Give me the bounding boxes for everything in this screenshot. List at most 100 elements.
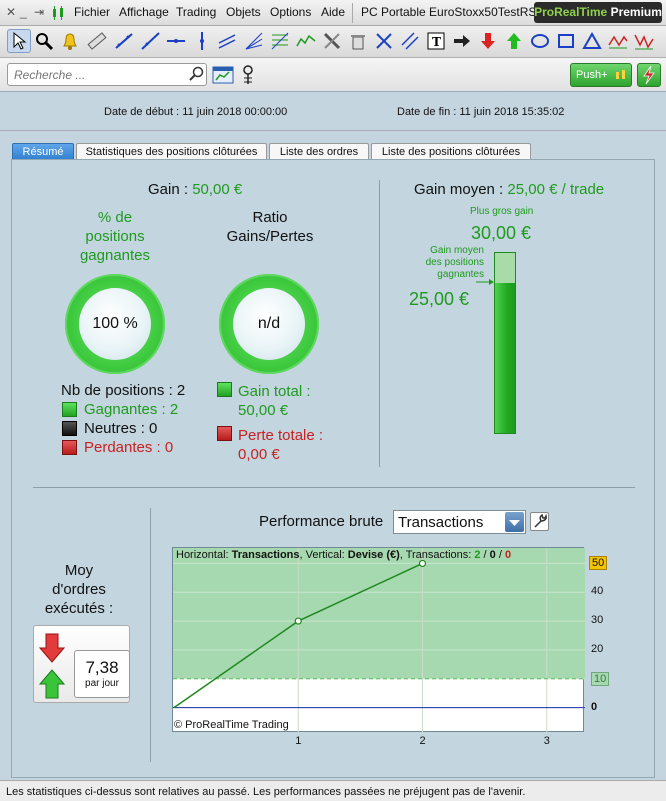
trash-icon[interactable] [346, 29, 370, 53]
pin-window-icon[interactable]: ⇥ [34, 5, 44, 19]
start-date: Date de début : 11 juin 2018 00:00:00 [104, 106, 288, 118]
push-button[interactable]: Push+ [570, 63, 632, 87]
performance-select[interactable]: Transactions [393, 510, 526, 534]
avg-win-line2: des positions [425, 257, 484, 268]
chart-info-h: Horizontal: [176, 549, 232, 561]
avg-win-pointer-icon [476, 279, 494, 285]
triangle-icon[interactable] [580, 29, 604, 53]
avg-orders-line2: d'ordres [52, 581, 106, 598]
trend-line-icon[interactable] [112, 29, 136, 53]
flash-button[interactable] [637, 63, 661, 87]
tab-resume[interactable]: Résumé [12, 143, 74, 160]
gain-total-value: 50,00 € [238, 402, 289, 419]
y-tick-label: 10 [591, 671, 610, 686]
winning-count: Gagnantes : 2 [84, 401, 179, 418]
arrow-down-red-icon[interactable] [476, 29, 500, 53]
window-title: PC Portable EuroStoxx50TestRSI [361, 5, 540, 19]
gain-total: Gain total : 50,00 € [238, 382, 311, 420]
alarm-bell-icon[interactable] [58, 29, 82, 53]
biggest-gain-label: Plus gros gain [470, 206, 534, 217]
buy-arrow-icon [39, 669, 65, 699]
fibonacci-icon[interactable] [268, 29, 292, 53]
gain-total-label: Gain total : [238, 383, 311, 400]
y-tick-label: 40 [591, 585, 604, 598]
avg-gain-header: Gain moyen : 25,00 € / trade [414, 181, 604, 198]
menu-options[interactable]: Options [270, 5, 311, 19]
arrow-up-green-icon[interactable] [502, 29, 526, 53]
menu-bar: ✕ _ ⇥ Fichier Affichage Trading Objets O… [0, 0, 666, 26]
horizontal-line-icon[interactable] [164, 29, 188, 53]
channel-icon[interactable] [215, 29, 239, 53]
tools-icon[interactable] [320, 29, 344, 53]
zoom-icon[interactable] [32, 29, 56, 53]
zigzag-icon[interactable] [606, 29, 630, 53]
vertical-line-icon[interactable] [190, 29, 214, 53]
trading-robot-icon[interactable] [240, 64, 256, 89]
loss-total: Perte totale : 0,00 € [238, 426, 323, 464]
ratio-title: Ratio Gains/Pertes [210, 208, 330, 246]
chart-info-v-value: Devise (€) [347, 549, 400, 561]
parallel-lines-icon[interactable] [398, 29, 422, 53]
date-range-bar: Date de début : 11 juin 2018 00:00:00 Da… [0, 93, 666, 131]
search-icon[interactable] [189, 66, 205, 85]
neutral-swatch [62, 421, 77, 436]
wrench-icon[interactable] [530, 512, 549, 531]
fan-icon[interactable] [242, 29, 266, 53]
search-box[interactable] [7, 63, 207, 86]
avg-gain-value: 25,00 € / trade [507, 181, 605, 198]
equity-point [418, 559, 427, 568]
ruler-icon[interactable] [85, 29, 109, 53]
chevron-down-icon[interactable] [505, 512, 524, 532]
section-divider [379, 180, 380, 467]
pct-winning-line2: positions [85, 228, 145, 245]
avg-orders-line1: Moy [64, 562, 94, 579]
close-window-icon[interactable]: ✕ [6, 5, 16, 19]
gain-label: Gain : [148, 181, 189, 198]
menu-separator [352, 3, 353, 23]
chart-window-icon[interactable] [212, 64, 234, 89]
pointer-icon[interactable] [7, 29, 31, 53]
tab-statistiques[interactable]: Statistiques des positions clôturées [76, 143, 267, 160]
equity-point [294, 617, 302, 625]
menu-objets[interactable]: Objets [226, 5, 261, 19]
chart-info-sep1: / [480, 549, 490, 561]
gain-header: Gain : 50,00 € [148, 181, 242, 198]
chart-info-v: , Vertical: [299, 549, 348, 561]
gain-total-swatch [217, 382, 232, 397]
performance-select-value: Transactions [398, 514, 484, 531]
chart-info-loss: 0 [504, 549, 512, 561]
losing-swatch [62, 440, 77, 455]
pattern-icon[interactable] [294, 29, 318, 53]
cross-arrows-icon[interactable] [372, 29, 396, 53]
biggest-gain-value: 30,00 € [471, 223, 532, 243]
menu-aide[interactable]: Aide [321, 5, 345, 19]
wave-icon[interactable] [632, 29, 656, 53]
lightning-icon [643, 65, 655, 85]
ellipse-icon[interactable] [528, 29, 552, 53]
chart-info-t: , Transactions: [399, 549, 475, 561]
chart-info-h-value: Transactions [231, 549, 300, 561]
menu-trading[interactable]: Trading [176, 5, 216, 19]
tab-liste-ordres[interactable]: Liste des ordres [269, 143, 369, 160]
text-icon[interactable]: T [424, 29, 448, 53]
ratio-donut: n/d [219, 274, 319, 374]
search-input[interactable] [12, 66, 182, 83]
brand-badge: ProRealTime Premium [534, 2, 662, 23]
sell-arrow-icon [39, 633, 65, 663]
candlestick-app-icon [50, 5, 66, 24]
y-tick-label: 50 [589, 556, 608, 571]
menu-affichage[interactable]: Affichage [119, 5, 169, 19]
profit-zone [173, 548, 585, 679]
orders-per-day-value: 7,38 [85, 658, 119, 677]
gain-value: 50,00 € [192, 181, 243, 198]
arrow-right-icon[interactable] [450, 29, 474, 53]
ray-line-icon[interactable] [138, 29, 162, 53]
minimize-window-icon[interactable]: _ [20, 5, 27, 19]
menu-fichier[interactable]: Fichier [74, 5, 110, 19]
pct-winning-donut: 100 % [65, 274, 165, 374]
avg-gain-label: Gain moyen : [414, 181, 504, 198]
chart-info-sep2: / [495, 549, 505, 561]
rectangle-icon[interactable] [554, 29, 578, 53]
tab-liste-positions[interactable]: Liste des positions clôturées [371, 143, 531, 160]
footer-disclaimer: Les statistiques ci-dessus sont relative… [0, 780, 666, 801]
